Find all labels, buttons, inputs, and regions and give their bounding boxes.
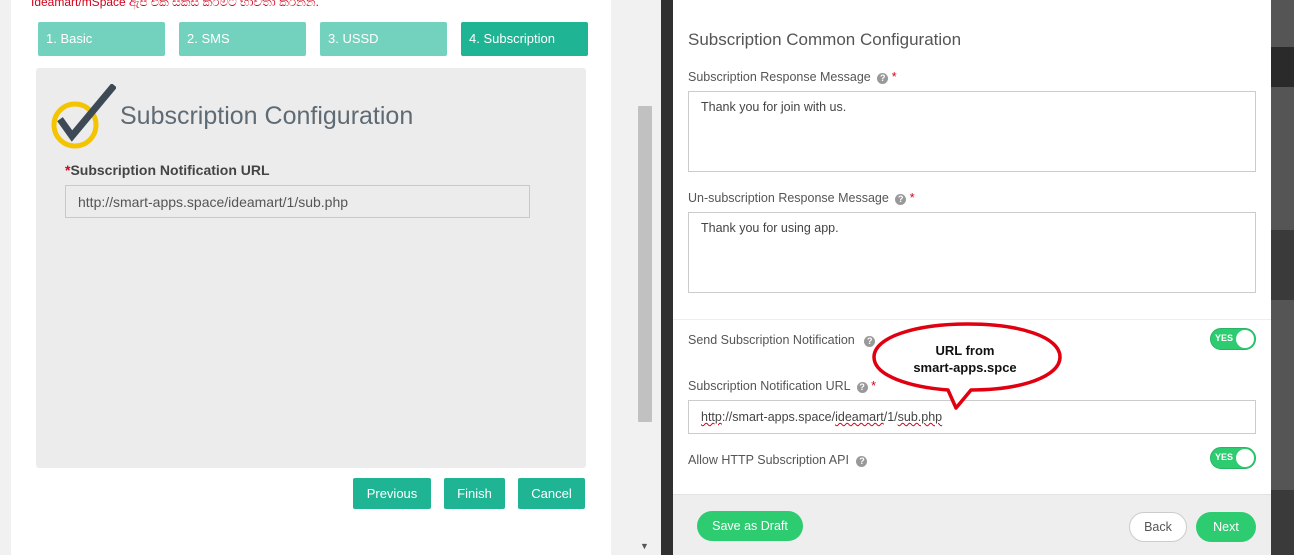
unsub-response-label-text: Un-subscription Response Message (688, 191, 889, 205)
allow-http-label: Allow HTTP Subscription API ? (688, 453, 868, 467)
next-button[interactable]: Next (1196, 512, 1256, 542)
help-icon[interactable]: ? (856, 382, 868, 393)
step-subscription[interactable]: 4. Subscription (461, 22, 588, 56)
wizard-steps: 1. Basic 2. SMS 3. USSD 4. Subscription (38, 22, 588, 56)
left-edge-strip (0, 0, 11, 555)
sub-response-label-text: Subscription Response Message (688, 70, 871, 84)
step-basic[interactable]: 1. Basic (38, 22, 165, 56)
checkmark-circle-icon (51, 84, 116, 149)
cancel-button[interactable]: Cancel (518, 478, 585, 509)
help-icon[interactable]: ? (856, 456, 868, 467)
url-part: http (701, 410, 722, 424)
send-notification-label: Send Subscription Notification ? (688, 333, 876, 347)
required-mark: * (891, 70, 897, 84)
modal-footer: Save as Draft Back Next (673, 494, 1271, 555)
card-title: Subscription Configuration (120, 102, 414, 130)
modal-title: Subscription Common Configuration (688, 30, 962, 49)
back-button[interactable]: Back (1129, 512, 1187, 542)
notification-url-label-text: Subscription Notification URL (70, 162, 270, 178)
send-notification-toggle[interactable]: YES (1210, 328, 1256, 350)
notification-url-input[interactable]: http://smart-apps.space/ideamart/1/sub.p… (65, 185, 530, 218)
callout-line-1: URL from (935, 343, 995, 358)
help-icon[interactable]: ? (895, 194, 907, 205)
allow-http-label-text: Allow HTTP Subscription API (688, 453, 849, 467)
background-app-tile (1271, 230, 1294, 300)
top-note: Ideamart/mSpace ඇප් එක සකස් කිරීමට භාවිත… (31, 0, 319, 9)
callout-text: URL from smart-apps.spce (905, 342, 1025, 376)
step-ussd[interactable]: 3. USSD (320, 22, 447, 56)
speech-bubble-annotation (872, 322, 1062, 410)
scrollbar-thumb[interactable] (638, 106, 652, 422)
notification-url-label-text: Subscription Notification URL (688, 379, 851, 393)
unsub-response-textarea[interactable]: Thank you for using app. (688, 212, 1256, 293)
toggle-knob (1236, 330, 1254, 348)
background-app-bar (1271, 47, 1294, 87)
step-sms[interactable]: 2. SMS (179, 22, 306, 56)
allow-http-toggle[interactable]: YES (1210, 447, 1256, 469)
toggle-yes-label: YES (1215, 452, 1234, 462)
notification-url-label: Subscription Notification URL ? * (688, 379, 876, 393)
save-draft-button[interactable]: Save as Draft (697, 511, 803, 541)
subscription-config-modal: Subscription Common Configuration Subscr… (673, 0, 1271, 555)
url-part: ://smart-apps.space/ (721, 410, 836, 424)
scroll-gutter (611, 0, 661, 555)
required-mark: * (909, 191, 915, 205)
finish-button[interactable]: Finish (444, 478, 505, 509)
toggle-yes-label: YES (1215, 333, 1234, 343)
unsub-response-label: Un-subscription Response Message ? * (688, 191, 915, 205)
wizard-panel: Ideamart/mSpace ඇප් එක සකස් කිරීමට භාවිත… (0, 0, 611, 555)
scroll-down-arrow-icon[interactable]: ▼ (640, 541, 649, 551)
sub-response-label: Subscription Response Message ? * (688, 70, 897, 84)
toggle-knob (1236, 449, 1254, 467)
background-app-tile (1271, 490, 1294, 555)
help-icon[interactable]: ? (877, 73, 889, 84)
previous-button[interactable]: Previous (353, 478, 431, 509)
send-notification-label-text: Send Subscription Notification (688, 333, 855, 347)
sub-response-textarea[interactable]: Thank you for join with us. (688, 91, 1256, 172)
notification-url-label: *Subscription Notification URL (65, 162, 270, 178)
callout-line-2: smart-apps.spce (913, 360, 1017, 375)
subscription-card: Subscription Configuration *Subscription… (36, 68, 586, 468)
